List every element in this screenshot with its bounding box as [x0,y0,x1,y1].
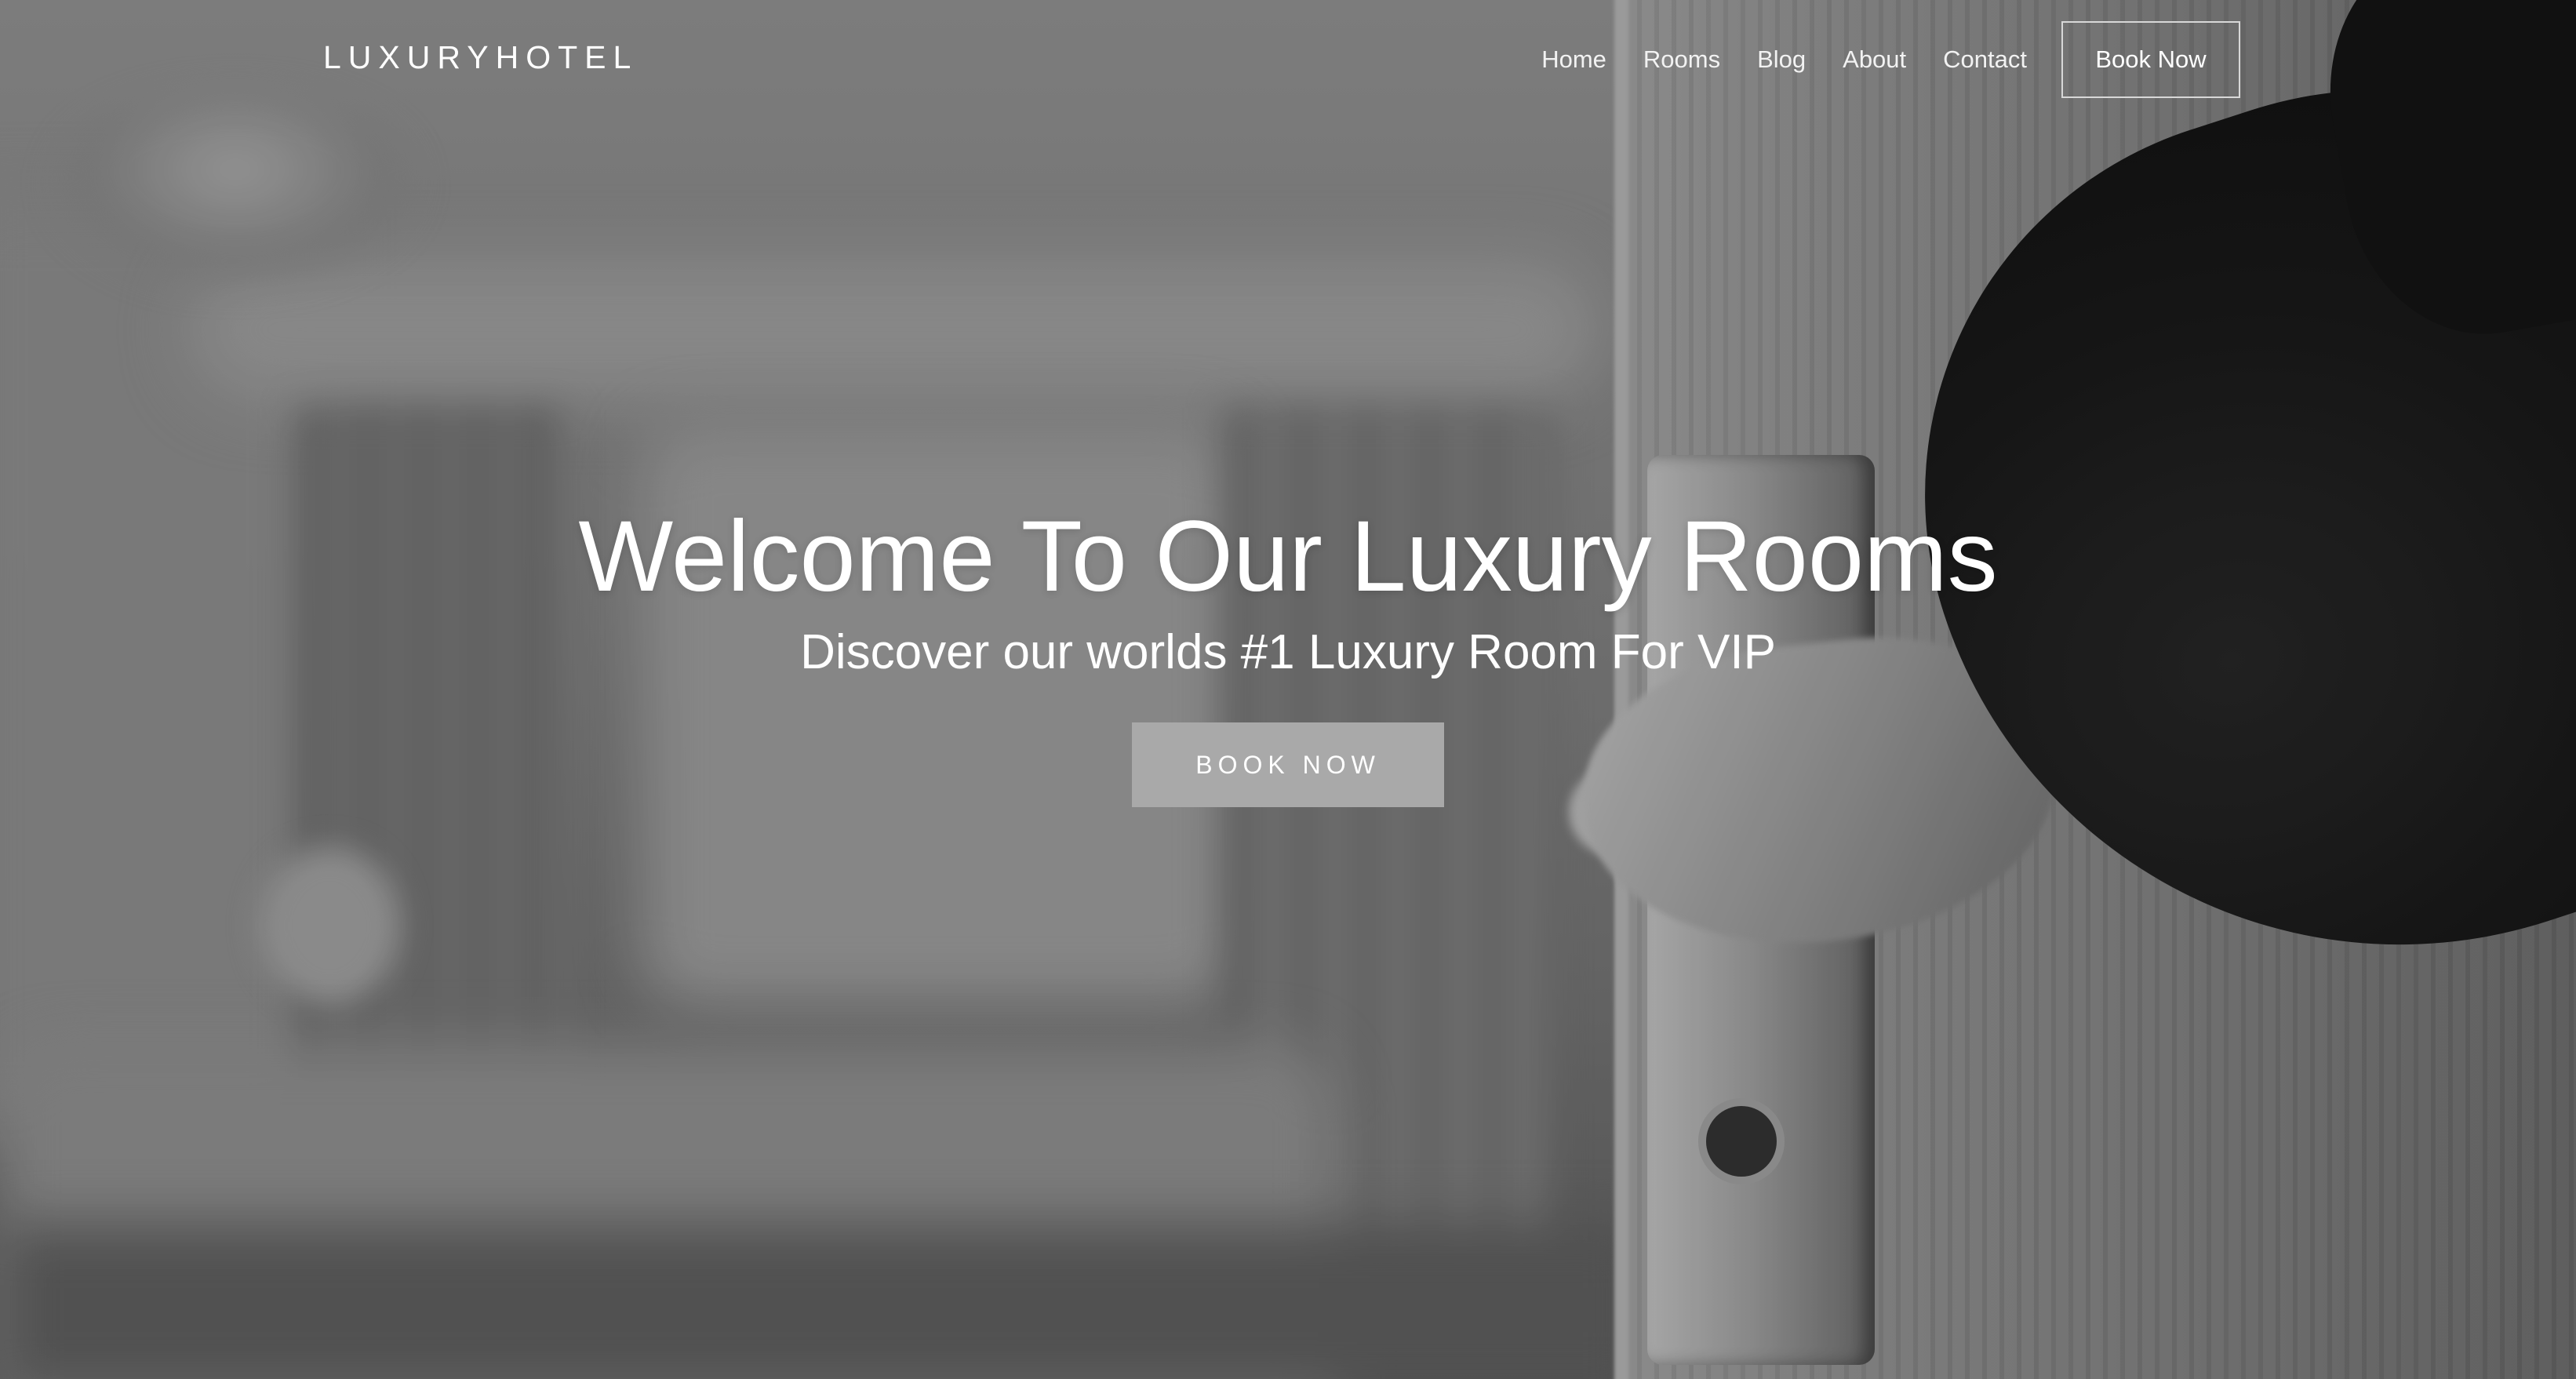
page: LUXURYHOTEL Home Rooms Blog About Contac… [0,0,2576,1379]
hero-section: Welcome To Our Luxury Rooms Discover our… [0,500,2576,808]
nav-item-about[interactable]: About [1843,45,1906,74]
brand-logo[interactable]: LUXURYHOTEL [323,39,638,76]
main-nav: Home Rooms Blog About Contact Book Now [1541,20,2240,99]
nav-item-rooms[interactable]: Rooms [1643,45,1720,74]
hero-subtitle: Discover our worlds #1 Luxury Room For V… [800,624,1776,679]
site-header: LUXURYHOTEL Home Rooms Blog About Contac… [0,0,2576,119]
nav-item-contact[interactable]: Contact [1943,45,2027,74]
nav-item-blog[interactable]: Blog [1757,45,1806,74]
nav-item-home[interactable]: Home [1541,45,1606,74]
hero-book-now-button[interactable]: BOOK NOW [1132,722,1444,808]
hero-title: Welcome To Our Luxury Rooms [578,500,1998,613]
nav-book-now-button[interactable]: Book Now [2061,21,2240,98]
